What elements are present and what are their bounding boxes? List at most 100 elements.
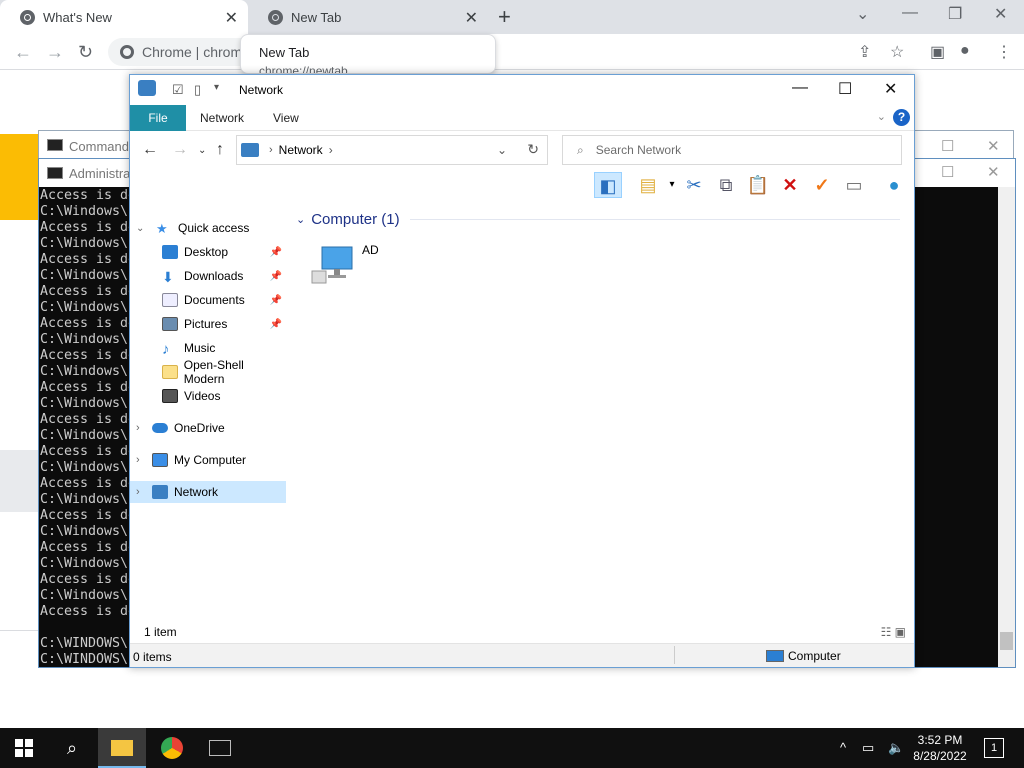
search-input[interactable]: ⌕ Search Network: [562, 135, 902, 165]
rename-icon[interactable]: ▭: [840, 172, 868, 198]
nav-quick-access[interactable]: ⌄ ★ Quick access: [130, 217, 286, 239]
back-arrow-icon[interactable]: ←: [14, 42, 32, 63]
network-status-icon[interactable]: ▭: [862, 740, 874, 756]
new-folder-icon[interactable]: ▯: [194, 82, 201, 98]
scrollbar[interactable]: [998, 187, 1015, 667]
bookmark-star-icon[interactable]: ☆: [890, 42, 904, 62]
up-arrow-icon[interactable]: ↑: [216, 141, 224, 159]
chevron-right-icon[interactable]: ›: [136, 486, 140, 498]
tab-new-tab[interactable]: New Tab ✕: [248, 0, 488, 34]
reload-icon[interactable]: ↻: [78, 42, 93, 63]
console-line: C:\Windows\: [40, 300, 129, 315]
network-icon: [138, 80, 156, 96]
chrome-logo-icon: [120, 45, 134, 59]
nav-downloads[interactable]: ⬇ Downloads 📌: [130, 265, 286, 287]
preview-pane-icon[interactable]: ◧: [594, 172, 622, 198]
tab-view[interactable]: View: [273, 111, 299, 125]
file-tab[interactable]: File: [130, 105, 186, 131]
console-line: C:\WINDOWS\: [40, 636, 129, 651]
forward-arrow-icon[interactable]: →: [46, 42, 64, 63]
search-button[interactable]: ⌕: [48, 728, 96, 768]
new-tab-button[interactable]: +: [498, 4, 511, 30]
recent-locations-icon[interactable]: ⌄: [198, 145, 206, 156]
chevron-right-icon[interactable]: ›: [136, 454, 140, 466]
cmd-icon: [209, 740, 231, 756]
nav-desktop[interactable]: Desktop 📌: [130, 241, 286, 263]
maximize-icon[interactable]: ☐: [941, 163, 954, 181]
chevron-down-icon[interactable]: ⌄: [136, 223, 144, 234]
properties-icon[interactable]: ☑: [172, 82, 184, 98]
copy-icon[interactable]: ⧉: [712, 172, 740, 198]
taskbar-file-explorer[interactable]: [98, 728, 146, 768]
nav-onedrive[interactable]: › OneDrive: [130, 417, 286, 439]
customize-qat-icon[interactable]: ▾: [214, 82, 219, 93]
nav-label: Videos: [184, 389, 221, 403]
nav-videos[interactable]: Videos: [130, 385, 286, 407]
clock-time: 3:52 PM: [917, 733, 963, 747]
profile-avatar-icon[interactable]: ●: [960, 42, 970, 60]
console-line: Access is de: [40, 188, 135, 203]
address-bar[interactable]: › Network › ⌄ ↻: [236, 135, 548, 165]
forward-arrow-icon[interactable]: →: [172, 141, 188, 159]
file-list: ⌄ Computer (1) AD: [290, 203, 914, 643]
address-dropdown-icon[interactable]: ⌄: [497, 143, 507, 157]
expand-ribbon-icon[interactable]: ⌄: [877, 110, 886, 123]
minimize-icon[interactable]: ⌄: [856, 4, 869, 24]
share-icon[interactable]: ⇪: [858, 42, 871, 62]
close-tab-icon[interactable]: ✕: [225, 8, 238, 28]
group-header[interactable]: ⌄ Computer (1): [296, 211, 900, 228]
help-icon[interactable]: ?: [893, 109, 910, 126]
start-button[interactable]: [0, 728, 48, 768]
refresh-icon[interactable]: ↻: [527, 141, 539, 158]
globe-icon[interactable]: ●: [880, 172, 908, 198]
close-icon[interactable]: ✕: [987, 137, 1000, 155]
page-banner: [0, 134, 40, 220]
volume-icon[interactable]: 🔈: [888, 740, 904, 756]
maximize-icon[interactable]: ☐: [941, 137, 954, 155]
view-toggle-icons[interactable]: ☷ ▣: [881, 625, 906, 639]
tab-network[interactable]: Network: [200, 111, 244, 125]
nav-open-shell[interactable]: Open-Shell Modern: [130, 358, 286, 386]
console-line: C:\Windows\: [40, 236, 129, 251]
side-panel-icon[interactable]: ▣: [930, 42, 945, 62]
cut-icon[interactable]: ✂: [680, 172, 708, 198]
console-line: C:\Windows\: [40, 492, 129, 507]
chevron-up-icon[interactable]: ^: [840, 740, 846, 755]
scrollbar-thumb[interactable]: [1000, 632, 1013, 650]
selected-count: 0 items: [133, 650, 172, 664]
close-button[interactable]: ✕: [994, 4, 1007, 24]
restore-button[interactable]: ❐: [948, 4, 962, 24]
nav-my-computer[interactable]: › My Computer: [130, 449, 286, 471]
pin-icon: 📌: [269, 246, 282, 258]
close-icon[interactable]: ✕: [987, 163, 1000, 181]
computer-item-ad[interactable]: AD: [310, 241, 390, 301]
console-line: C:\Windows\: [40, 460, 129, 475]
item-label: AD: [362, 243, 379, 257]
nav-pictures[interactable]: Pictures 📌: [130, 313, 286, 335]
tab-whats-new[interactable]: What's New ✕: [0, 0, 248, 34]
taskbar-chrome[interactable]: [148, 728, 196, 768]
navigation-pane: ⌄ ★ Quick access Desktop 📌 ⬇ Downloads 📌…: [130, 203, 290, 643]
check-icon[interactable]: ✓: [808, 172, 836, 198]
taskbar-command-prompt[interactable]: [196, 728, 244, 768]
maximize-button[interactable]: ☐: [838, 79, 852, 99]
nav-music[interactable]: ♪ Music: [130, 337, 286, 359]
back-arrow-icon[interactable]: ←: [142, 141, 158, 159]
console-line: C:\Windows\: [40, 556, 129, 571]
chevron-down-icon[interactable]: ⌄: [296, 213, 305, 226]
clock[interactable]: 3:52 PM 8/28/2022: [912, 732, 968, 764]
notification-center-button[interactable]: 1: [984, 738, 1004, 758]
breadcrumb-network[interactable]: Network: [279, 143, 323, 157]
nav-network[interactable]: › Network: [130, 481, 286, 503]
nav-documents[interactable]: Documents 📌: [130, 289, 286, 311]
close-button[interactable]: ✕: [884, 79, 897, 99]
delete-icon[interactable]: ✕: [776, 172, 804, 198]
minimize-button[interactable]: —: [792, 79, 808, 97]
chevron-right-icon[interactable]: ›: [136, 422, 140, 434]
paste-icon[interactable]: 📋: [744, 172, 772, 198]
minimize-button[interactable]: —: [902, 4, 918, 22]
menu-kebab-icon[interactable]: ⋮: [996, 42, 1012, 62]
search-placeholder: Search Network: [595, 143, 682, 157]
close-tab-icon[interactable]: ✕: [465, 8, 478, 28]
pin-icon: 📌: [269, 270, 282, 282]
